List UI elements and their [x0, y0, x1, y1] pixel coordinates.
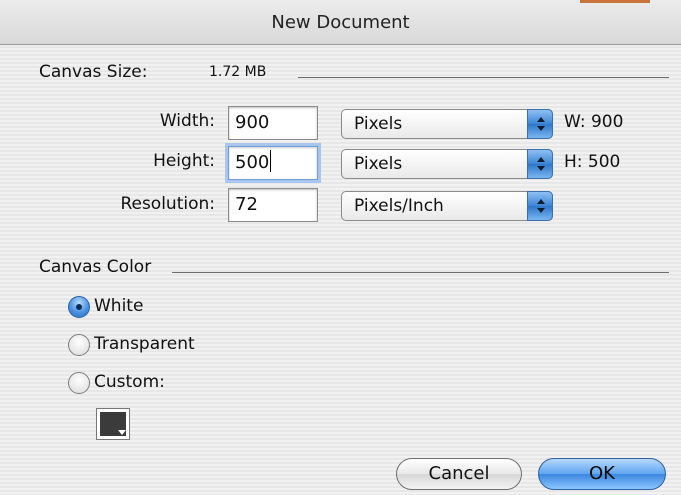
height-unit-select[interactable]: Pixels — [341, 149, 553, 179]
resolution-unit-select[interactable]: Pixels/Inch — [341, 191, 553, 221]
white-radio-label[interactable]: White — [94, 296, 143, 316]
canvas-color-divider — [172, 272, 669, 273]
canvas-size-label: Canvas Size: — [39, 62, 148, 82]
height-unit-value: Pixels — [354, 154, 403, 174]
new-document-dialog: New Document Canvas Size: 1.72 MB Width:… — [0, 0, 681, 495]
custom-radio-label[interactable]: Custom: — [94, 372, 165, 392]
height-input[interactable]: 500 — [228, 146, 318, 180]
transparent-radio[interactable] — [68, 334, 90, 356]
window-title: New Document — [271, 12, 410, 33]
canvas-size-value: 1.72 MB — [209, 64, 267, 80]
window-accent — [580, 0, 650, 3]
updown-arrows-icon — [527, 149, 553, 179]
width-label: Width: — [159, 111, 215, 131]
title-bar[interactable]: New Document — [0, 0, 681, 45]
height-input-value: 500 — [235, 152, 270, 173]
dropdown-triangle-icon — [118, 430, 126, 435]
ok-button[interactable]: OK — [538, 458, 666, 490]
custom-radio[interactable] — [68, 372, 90, 394]
cancel-button[interactable]: Cancel — [396, 458, 522, 490]
resolution-input[interactable]: 72 — [228, 188, 318, 222]
width-unit-select[interactable]: Pixels — [341, 109, 553, 139]
updown-arrows-icon — [527, 109, 553, 139]
resolution-label: Resolution: — [120, 194, 215, 214]
width-readout: W: 900 — [564, 112, 624, 132]
width-unit-value: Pixels — [354, 114, 403, 134]
transparent-radio-label[interactable]: Transparent — [94, 334, 195, 354]
height-label: Height: — [153, 151, 215, 171]
white-radio[interactable] — [68, 296, 90, 318]
custom-color-swatch[interactable] — [96, 408, 130, 440]
width-input[interactable]: 900 — [228, 106, 318, 140]
text-caret — [270, 150, 272, 172]
resolution-unit-value: Pixels/Inch — [354, 196, 444, 216]
height-readout: H: 500 — [564, 152, 621, 172]
canvas-color-label: Canvas Color — [39, 257, 152, 277]
canvas-size-divider — [298, 77, 669, 78]
updown-arrows-icon — [527, 191, 553, 221]
